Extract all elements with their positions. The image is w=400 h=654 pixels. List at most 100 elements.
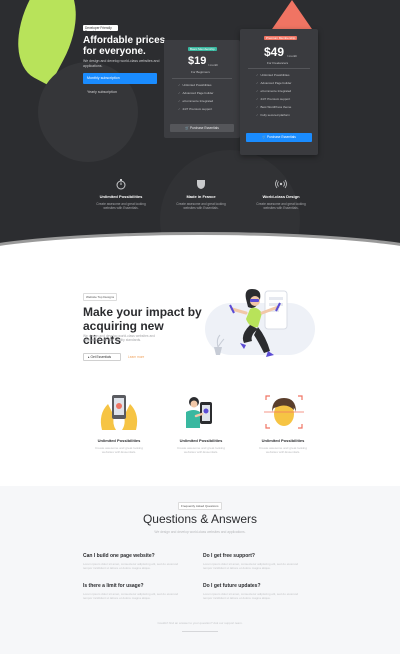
plan-feature: ✓ Unlimited Possibilities (178, 83, 212, 87)
hero-feature: World-class Design Create awesome and gr… (250, 178, 312, 210)
faq-question: Do I get free support? (203, 553, 255, 559)
feature-column: Unlimited Possibilities Create awesome a… (82, 438, 156, 454)
feature-title: Unlimited Possibilities (179, 438, 223, 443)
plan-audience: For Beginners (191, 70, 210, 74)
hero-title-line: for everyone. (83, 46, 146, 57)
plan-feature: ✓ eCommerce Integrated (178, 99, 213, 103)
purchase-premium-button[interactable]: 🛒 Purchase Essentials (246, 133, 312, 142)
faq-question: Do I get future updates? (203, 583, 261, 589)
feature-column: Unlimited Possibilities Create awesome a… (164, 438, 238, 454)
get-essentials-label: Get Essentials (90, 355, 112, 359)
hero-feature-desc: websites with Essentials. (263, 206, 299, 211)
check-icon: ✓ (256, 97, 259, 101)
feature-desc: websites with Essentials. (265, 450, 301, 454)
decorative-coral-triangle (270, 0, 314, 32)
plan-feature: ✓ 24/7 Premium support (256, 97, 290, 101)
monthly-subscription-button[interactable]: Monthly subscription (83, 73, 157, 84)
hero-feature-title: World-class Design (262, 194, 300, 199)
faq-question: Is there a limit for usage? (83, 583, 144, 589)
check-icon: ✓ (178, 99, 181, 103)
faq-answer: tempor incididunt ut labore et dolore ma… (203, 566, 271, 570)
faq-footer-text: Couldn't find an answer to your question… (157, 621, 243, 625)
plan-feature-label: Unlimited Possibilities (182, 83, 212, 87)
faq-item[interactable]: Is there a limit for usage? Lorem ipsum … (83, 583, 198, 600)
plan-period: / month (287, 54, 298, 58)
hero-subtitle: We design and develop world-class websit… (83, 59, 160, 68)
purchase-label: Purchase Essentials (266, 135, 296, 139)
pricing-card-basic: Basic Membership $19 / month For Beginne… (164, 40, 240, 138)
plan-feature: ✓ Unlimited Possibilities (256, 73, 290, 77)
hero-feature: Made in France Create awesome and great … (170, 178, 232, 210)
faq-item[interactable]: Do I get free support? Lorem ipsum dolor… (203, 553, 318, 570)
shield-icon (195, 178, 207, 190)
faq-answer: tempor incididunt ut labore et dolore ma… (83, 566, 151, 570)
hero-title: Affordable prices for everyone. (83, 35, 173, 57)
plan-price: $49 (264, 45, 285, 59)
plan-feature-label: Advanced Page builder (260, 81, 292, 85)
plan-period: / month (208, 63, 219, 67)
faq-answer: tempor incididunt ut labore et dolore ma… (83, 596, 151, 600)
feature-column: Unlimited Possibilities Create awesome a… (246, 438, 320, 454)
check-icon: ✓ (178, 107, 181, 111)
plan-feature-label: Advanced Page builder (182, 91, 214, 95)
plan-feature: ✓ Advanced Page builder (178, 91, 214, 95)
face-scan-illustration (258, 392, 308, 432)
hero-feature-desc: websites with Essentials. (183, 206, 219, 211)
plan-feature-label: 24/7 Premium support (182, 107, 213, 111)
plan-badge: Basic Membership (188, 47, 217, 51)
plan-feature: ✓ 24/7 Premium support (178, 107, 212, 111)
feature-desc: websites with Essentials. (101, 450, 137, 454)
purchase-basic-button[interactable]: 🛒 Purchase Essentials (170, 124, 234, 132)
impact-subtitle: We design and develop world-class websit… (83, 334, 155, 343)
hero-title-line: Affordable prices (83, 35, 166, 46)
pricing-card-premium: Premium Membership $49 / month For Freel… (240, 29, 318, 155)
faq-subtitle: We design and develop world-class websit… (154, 530, 246, 534)
check-icon: ✓ (178, 83, 181, 87)
learn-more-link[interactable]: Learn more (128, 355, 144, 359)
plan-feature: ✓ Best WordPress theme (256, 105, 291, 109)
get-essentials-button[interactable]: ▸ Get Essentials (83, 353, 121, 361)
check-icon: ✓ (256, 73, 259, 77)
impact-title-line: Make your impact by (83, 305, 202, 319)
hero-feature-title: Made in France (186, 194, 216, 199)
hero-tag: Developer Friendly Template (83, 25, 118, 34)
hero-feature: Unlimited Possibilities Create awesome a… (90, 178, 152, 210)
check-icon: ✓ (256, 105, 259, 109)
hands-phone-illustration (94, 392, 144, 432)
check-icon: ✓ (256, 89, 259, 93)
faq-item[interactable]: Do I get future updates? Lorem ipsum dol… (203, 583, 318, 600)
faq-answer: tempor incididunt ut labore et dolore ma… (203, 596, 271, 600)
purchase-label: Purchase Essentials (189, 126, 219, 130)
divider (182, 631, 218, 632)
divider (248, 68, 310, 69)
plan-feature: ✓ Fully secured platform (256, 113, 290, 117)
plan-price: $19 (188, 55, 207, 67)
divider (172, 78, 232, 79)
plan-audience: For Freelancers (267, 61, 289, 65)
person-phone-illustration (176, 392, 226, 432)
check-icon: ✓ (178, 91, 181, 95)
feature-title: Unlimited Possibilities (261, 438, 305, 443)
yearly-subscription-button[interactable]: Yearly subscription (83, 88, 157, 96)
plan-feature-label: 24/7 Premium support (260, 97, 291, 101)
plan-feature-label: Fully secured platform (260, 113, 291, 117)
plan-badge: Premium Membership (264, 36, 298, 40)
signal-icon (275, 178, 287, 190)
impact-tag: Website Top Designs (83, 293, 118, 301)
hero-feature-desc: websites with Essentials. (103, 206, 139, 211)
person-floating-illustration (200, 283, 320, 363)
faq-title: Questions & Answers (142, 512, 258, 526)
plan-feature-label: Unlimited Possibilities (260, 73, 290, 77)
plan-feature-label: Best WordPress theme (260, 105, 292, 109)
check-icon: ✓ (256, 113, 259, 117)
feature-title: Unlimited Possibilities (97, 438, 141, 443)
hero-feature-title: Unlimited Possibilities (99, 194, 143, 199)
plan-feature: ✓ Advanced Page builder (256, 81, 292, 85)
faq-item[interactable]: Can I build one page website? Lorem ipsu… (83, 553, 198, 570)
hero-bottom-curve (0, 235, 400, 255)
stopwatch-icon (115, 178, 127, 190)
plan-feature-label: eCommerce Integrated (182, 99, 214, 103)
check-icon: ✓ (256, 81, 259, 85)
feature-desc: websites with Essentials. (183, 450, 219, 454)
faq-tag: Frequently Asked Questions (178, 502, 222, 510)
